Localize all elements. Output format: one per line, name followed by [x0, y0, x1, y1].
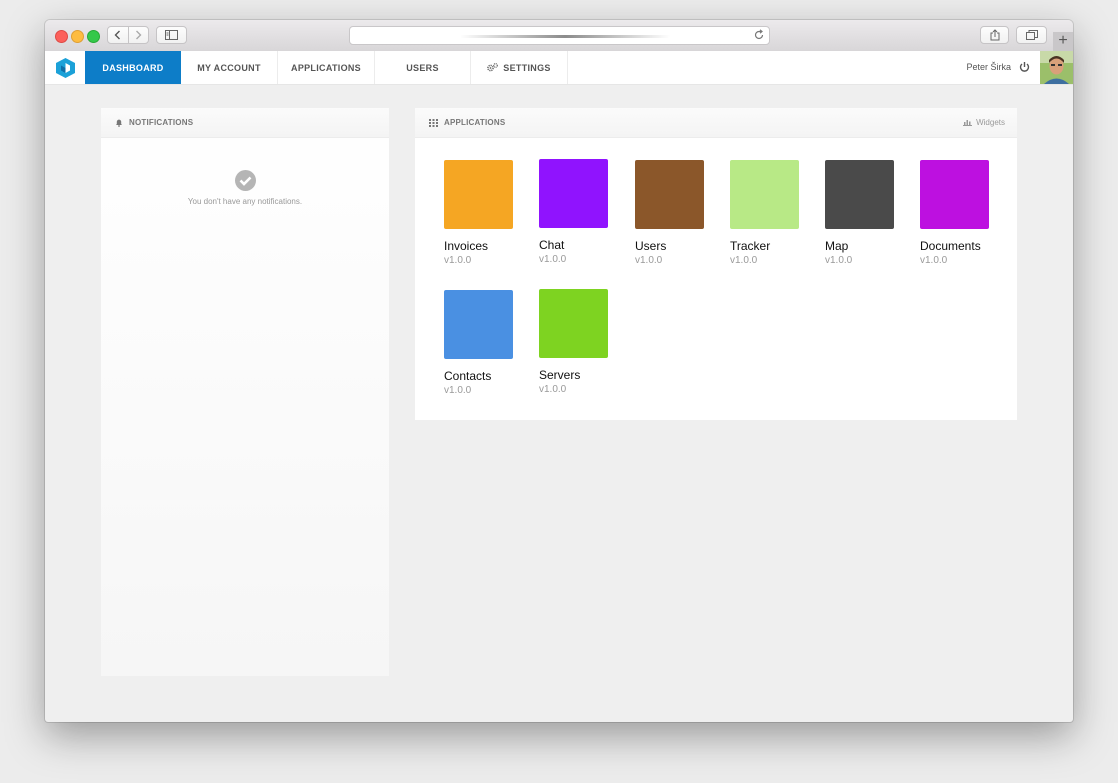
- app-name: Map: [825, 239, 849, 253]
- bar-chart-icon: [963, 119, 973, 126]
- nav-my-account[interactable]: MY ACCOUNT: [181, 51, 278, 84]
- sidebar-toggle-button[interactable]: [156, 26, 187, 44]
- check-circle-icon: [235, 170, 256, 191]
- nav-users[interactable]: USERS: [375, 51, 471, 84]
- app-top-nav: DASHBOARD MY ACCOUNT APPLICATIONS USERS …: [45, 51, 1073, 85]
- avatar[interactable]: [1040, 51, 1073, 84]
- app-icon-tile[interactable]: [920, 160, 989, 229]
- app-version: v1.0.0: [444, 385, 472, 396]
- applications-title: APPLICATIONS: [444, 118, 506, 127]
- power-icon[interactable]: [1019, 61, 1030, 73]
- app-item-documents[interactable]: Documents v1.0.0: [920, 160, 1000, 266]
- app-version: v1.0.0: [730, 255, 758, 266]
- widgets-link[interactable]: Widgets: [963, 118, 1005, 127]
- app-name: Chat: [539, 238, 565, 252]
- chevron-left-icon: [114, 30, 121, 40]
- empty-notifications-message: You don't have any notifications.: [187, 197, 303, 206]
- bell-icon: [115, 118, 123, 127]
- browser-titlebar: +: [45, 20, 1073, 52]
- nav-settings[interactable]: SETTINGS: [471, 51, 568, 84]
- blurred-url: [460, 35, 670, 38]
- app-icon-tile[interactable]: [539, 159, 608, 228]
- minimize-window-button[interactable]: [71, 30, 84, 43]
- app-item-map[interactable]: Map v1.0.0: [825, 160, 905, 266]
- app-icon-tile[interactable]: [825, 160, 894, 229]
- app-name: Tracker: [730, 239, 771, 253]
- gears-icon: [487, 63, 499, 72]
- app-item-servers[interactable]: Servers v1.0.0: [539, 289, 619, 395]
- app-version: v1.0.0: [635, 255, 663, 266]
- address-bar[interactable]: [349, 26, 770, 45]
- applications-header: APPLICATIONS: [415, 108, 1017, 138]
- app-item-chat[interactable]: Chat v1.0.0: [539, 159, 619, 265]
- app-name: Users: [635, 239, 667, 253]
- app-icon-tile[interactable]: [635, 160, 704, 229]
- tabs-icon: [1025, 30, 1038, 40]
- back-button[interactable]: [108, 27, 128, 43]
- user-name[interactable]: Peter Širka: [966, 62, 1011, 72]
- app-name: Documents: [920, 239, 981, 253]
- new-tab-button[interactable]: +: [1053, 32, 1073, 52]
- app-icon-tile[interactable]: [730, 160, 799, 229]
- forward-button[interactable]: [127, 27, 149, 43]
- sidebar-icon: [165, 30, 178, 40]
- chevron-right-icon: [135, 30, 142, 40]
- app-logo-icon: [56, 58, 75, 78]
- app-item-users[interactable]: Users v1.0.0: [635, 160, 715, 266]
- nav-applications[interactable]: APPLICATIONS: [278, 51, 375, 84]
- app-item-contacts[interactable]: Contacts v1.0.0: [444, 290, 524, 396]
- app-name: Servers: [539, 368, 581, 382]
- app-name: Invoices: [444, 239, 489, 253]
- share-button[interactable]: [980, 26, 1009, 44]
- app-icon-tile[interactable]: [444, 160, 513, 229]
- reload-icon[interactable]: [753, 29, 765, 41]
- grid-icon: [429, 118, 438, 127]
- notifications-title: NOTIFICATIONS: [129, 118, 194, 127]
- app-item-invoices[interactable]: Invoices v1.0.0: [444, 160, 524, 266]
- zoom-window-button[interactable]: [87, 30, 100, 43]
- app-version: v1.0.0: [539, 384, 567, 395]
- notifications-header: NOTIFICATIONS: [101, 108, 389, 138]
- applications-panel: APPLICATIONS Widgets Invoices v1.0.0 Cha…: [415, 108, 1017, 420]
- share-icon: [990, 29, 999, 41]
- app-version: v1.0.0: [825, 255, 853, 266]
- browser-window: + DASHBOARD MY ACCOUNT APPLICATIONS USER…: [45, 20, 1073, 722]
- app-icon-tile[interactable]: [444, 290, 513, 359]
- app-icon-tile[interactable]: [539, 289, 608, 358]
- app-version: v1.0.0: [539, 254, 567, 265]
- app-version: v1.0.0: [920, 255, 948, 266]
- app-item-tracker[interactable]: Tracker v1.0.0: [730, 160, 810, 266]
- show-tabs-button[interactable]: [1016, 26, 1047, 44]
- app-name: Contacts: [444, 369, 492, 383]
- nav-dashboard[interactable]: DASHBOARD: [85, 51, 181, 84]
- notifications-panel: NOTIFICATIONS You don't have any notific…: [101, 108, 389, 676]
- app-version: v1.0.0: [444, 255, 472, 266]
- close-window-button[interactable]: [55, 30, 68, 43]
- history-nav: [107, 26, 149, 44]
